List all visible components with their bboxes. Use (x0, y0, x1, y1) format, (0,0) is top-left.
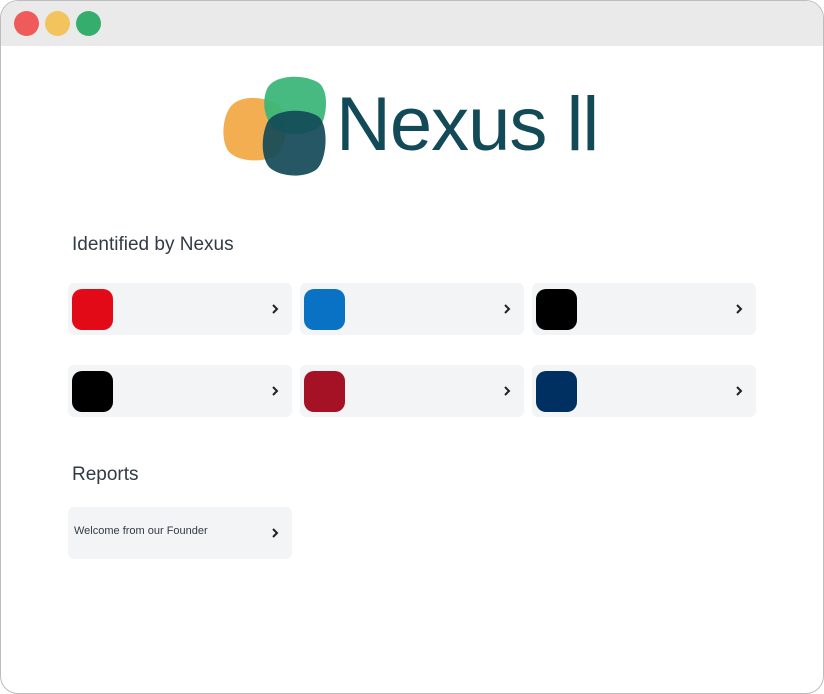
report-label: Welcome from our Founder (74, 525, 208, 537)
identified-item-1[interactable] (68, 283, 292, 335)
identified-item-6[interactable] (532, 365, 756, 417)
chevron-right-icon (504, 304, 511, 314)
brand-swatch (72, 289, 113, 330)
report-item-1[interactable]: Welcome from our Founder (68, 507, 292, 559)
identified-item-3[interactable] (532, 283, 756, 335)
brand-swatch (536, 289, 577, 330)
logo-teal-blob (262, 110, 326, 176)
chevron-right-icon (736, 304, 743, 314)
close-window-button[interactable] (14, 11, 39, 36)
identified-item-2[interactable] (300, 283, 524, 335)
chevron-right-icon (736, 386, 743, 396)
chevron-right-icon (272, 304, 279, 314)
identified-section-title: Identified by Nexus (72, 234, 234, 255)
brand-swatch (536, 371, 577, 412)
identified-item-4[interactable] (68, 365, 292, 417)
brand-swatch (72, 371, 113, 412)
title-bar (1, 1, 823, 46)
minimize-window-button[interactable] (45, 11, 70, 36)
chevron-right-icon (272, 528, 279, 538)
brand-name: Nexus ll (336, 82, 599, 167)
brand-swatch (304, 371, 345, 412)
chevron-right-icon (504, 386, 511, 396)
nexus-logo-icon (223, 76, 326, 176)
reports-section-title: Reports (72, 464, 139, 485)
identified-item-5[interactable] (300, 365, 524, 417)
chevron-right-icon (272, 386, 279, 396)
brand-swatch (304, 289, 345, 330)
zoom-window-button[interactable] (76, 11, 101, 36)
browser-window: Nexus ll Identified by Nexus Reports Wel… (0, 0, 824, 694)
